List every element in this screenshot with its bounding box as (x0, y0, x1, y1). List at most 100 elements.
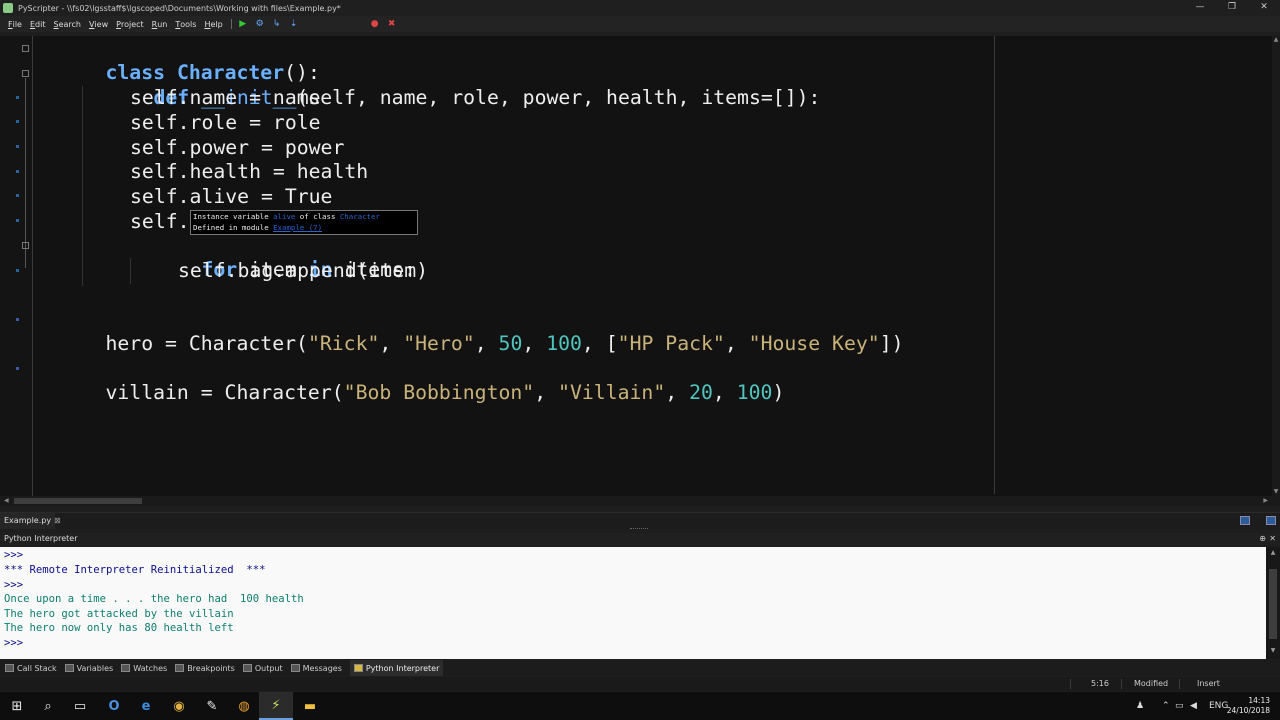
tab-watches[interactable]: Watches (121, 660, 167, 676)
code-line: def __init__(self, name, role, power, he… (153, 86, 821, 109)
menu-file[interactable]: File (8, 20, 22, 29)
menu-edit[interactable]: Edit (30, 20, 46, 29)
call-stack-icon (5, 664, 14, 672)
scroll-right-icon[interactable]: ▶ (1263, 496, 1268, 506)
line-marker (16, 318, 19, 321)
pin-icon[interactable]: ⊕ (1259, 533, 1266, 545)
scroll-down-icon[interactable]: ▼ (1272, 488, 1280, 496)
tab-variables[interactable]: Variables (64, 660, 113, 676)
network-icon[interactable]: ▭ (1175, 692, 1184, 720)
watches-icon (121, 664, 131, 672)
step-over-icon[interactable]: ⇣ (289, 19, 299, 29)
line-marker (16, 170, 19, 173)
code-line: class Character(): (105, 61, 320, 84)
code-area[interactable]: class Character(): def __init__(self, na… (34, 36, 994, 494)
menu-project[interactable]: Project (116, 20, 144, 29)
tab-list-icon[interactable] (1240, 516, 1250, 525)
file-tab-example[interactable]: Example.py (0, 513, 56, 529)
windows-taskbar: ⊞ ⌕ ▭ O e ◉ ✎ ◍ ⚡ ▬ ♟ ⌃ ▭ ◀ ENG 14:13 24… (0, 692, 1280, 720)
tab-breakpoints[interactable]: Breakpoints (175, 660, 235, 676)
people-icon[interactable]: ♟ (1136, 692, 1144, 720)
editor-gutter[interactable] (0, 36, 33, 496)
python-icon (353, 664, 363, 672)
console-line: *** Remote Interpreter Reinitialized *** (4, 564, 266, 576)
messages-icon (290, 664, 300, 672)
tab-call-stack[interactable]: Call Stack (5, 660, 57, 676)
code-line: self.health = health (130, 160, 369, 183)
clock-time: 14:13 (1248, 696, 1270, 705)
right-edge-line (994, 36, 995, 494)
tab-messages[interactable]: Messages (290, 660, 342, 676)
menu-run[interactable]: Run (152, 20, 168, 29)
output-icon (242, 664, 252, 672)
line-marker (16, 219, 19, 222)
tab-python-interpreter[interactable]: Python Interpreter (349, 660, 444, 676)
run-icon[interactable]: ▶ (238, 19, 248, 29)
editor-vertical-scrollbar[interactable]: ▲ ▼ (1272, 36, 1280, 496)
line-marker (16, 96, 19, 99)
scrollbar-thumb[interactable] (14, 498, 142, 504)
file-tab-strip: Example.py ⊠ (0, 512, 1280, 529)
search-icon[interactable]: ⌕ (31, 692, 65, 720)
close-pane-icon[interactable]: ✕ (1269, 533, 1276, 545)
file-explorer-icon[interactable]: ▬ (293, 692, 327, 720)
console-line: Once upon a time . . . the hero had 100 … (4, 593, 304, 605)
outlook-icon[interactable]: O (97, 692, 131, 720)
minimize-button[interactable]: — (1184, 0, 1216, 16)
scroll-left-icon[interactable]: ◀ (4, 496, 9, 506)
insert-mode-indicator: Insert (1197, 679, 1220, 688)
debug-icon[interactable]: ⚙ (255, 19, 265, 29)
scrollbar-thumb[interactable] (1269, 569, 1277, 639)
edge-icon[interactable]: e (129, 692, 163, 720)
tab-output[interactable]: Output (242, 660, 283, 676)
fold-line (25, 78, 26, 268)
fold-toggle-icon[interactable] (22, 45, 29, 52)
line-marker (16, 367, 19, 370)
new-file-icon[interactable] (1266, 516, 1276, 525)
pyscripter-icon[interactable]: ⚡ (259, 692, 293, 720)
interpreter-header: Python Interpreter ⊕ ✕ (0, 533, 1280, 545)
code-line: self. (130, 210, 190, 233)
close-button[interactable]: ✕ (1248, 0, 1280, 16)
interpreter-console[interactable]: >>> *** Remote Interpreter Reinitialized… (0, 547, 1266, 659)
console-line: The hero now only has 80 health left (4, 622, 234, 634)
scroll-down-icon[interactable]: ▼ (1266, 647, 1280, 654)
menu-help[interactable]: Help (204, 20, 222, 29)
menu-tools[interactable]: Tools (175, 20, 196, 29)
chrome-icon[interactable]: ◉ (162, 692, 196, 720)
start-icon[interactable]: ⊞ (0, 692, 34, 720)
status-divider (1121, 679, 1122, 689)
step-into-icon[interactable]: ↳ (272, 19, 282, 29)
close-tab-icon[interactable]: ⊠ (54, 513, 61, 529)
firefox-icon[interactable]: ◍ (227, 692, 261, 720)
menu-view[interactable]: View (89, 20, 108, 29)
taskbar-clock[interactable]: 14:13 24/10/2018 (1227, 696, 1270, 716)
volume-icon[interactable]: ◀ (1190, 692, 1197, 720)
tool-window-tabs: Call Stack Variables Watches Breakpoints… (0, 660, 1280, 676)
pane-splitter[interactable] (630, 528, 648, 531)
code-editor[interactable]: class Character(): def __init__(self, na… (0, 36, 1280, 496)
code-line: villain = Character("Bob Bobbington", "V… (105, 381, 785, 404)
code-line: self.alive = True (130, 185, 333, 208)
editor-horizontal-scrollbar[interactable]: ◀ ▶ (0, 496, 1280, 506)
menu-search[interactable]: Search (53, 20, 80, 29)
line-marker (16, 194, 19, 197)
task-view-icon[interactable]: ▭ (63, 692, 97, 720)
clear-breakpoints-icon[interactable]: ✖ (387, 19, 397, 29)
fold-toggle-icon[interactable] (22, 242, 29, 249)
module-link[interactable]: Example (7) (273, 223, 322, 232)
console-line: >>> (4, 579, 24, 591)
language-indicator[interactable]: ENG (1209, 692, 1228, 720)
scroll-up-icon[interactable]: ▲ (1272, 36, 1280, 44)
interpreter-scrollbar[interactable]: ▲ ▼ (1266, 547, 1280, 659)
snipping-tool-icon[interactable]: ✎ (195, 692, 229, 720)
abort-icon[interactable]: ● (370, 19, 380, 29)
show-hidden-icons-icon[interactable]: ⌃ (1162, 692, 1170, 720)
restore-button[interactable]: ❐ (1216, 0, 1248, 16)
code-line: self.power = power (130, 136, 345, 159)
fold-toggle-icon[interactable] (22, 70, 29, 77)
interpreter-title: Python Interpreter (4, 534, 78, 543)
code-line: self.name = name (130, 86, 321, 109)
scroll-up-icon[interactable]: ▲ (1266, 549, 1280, 556)
console-line: >>> (4, 549, 24, 561)
